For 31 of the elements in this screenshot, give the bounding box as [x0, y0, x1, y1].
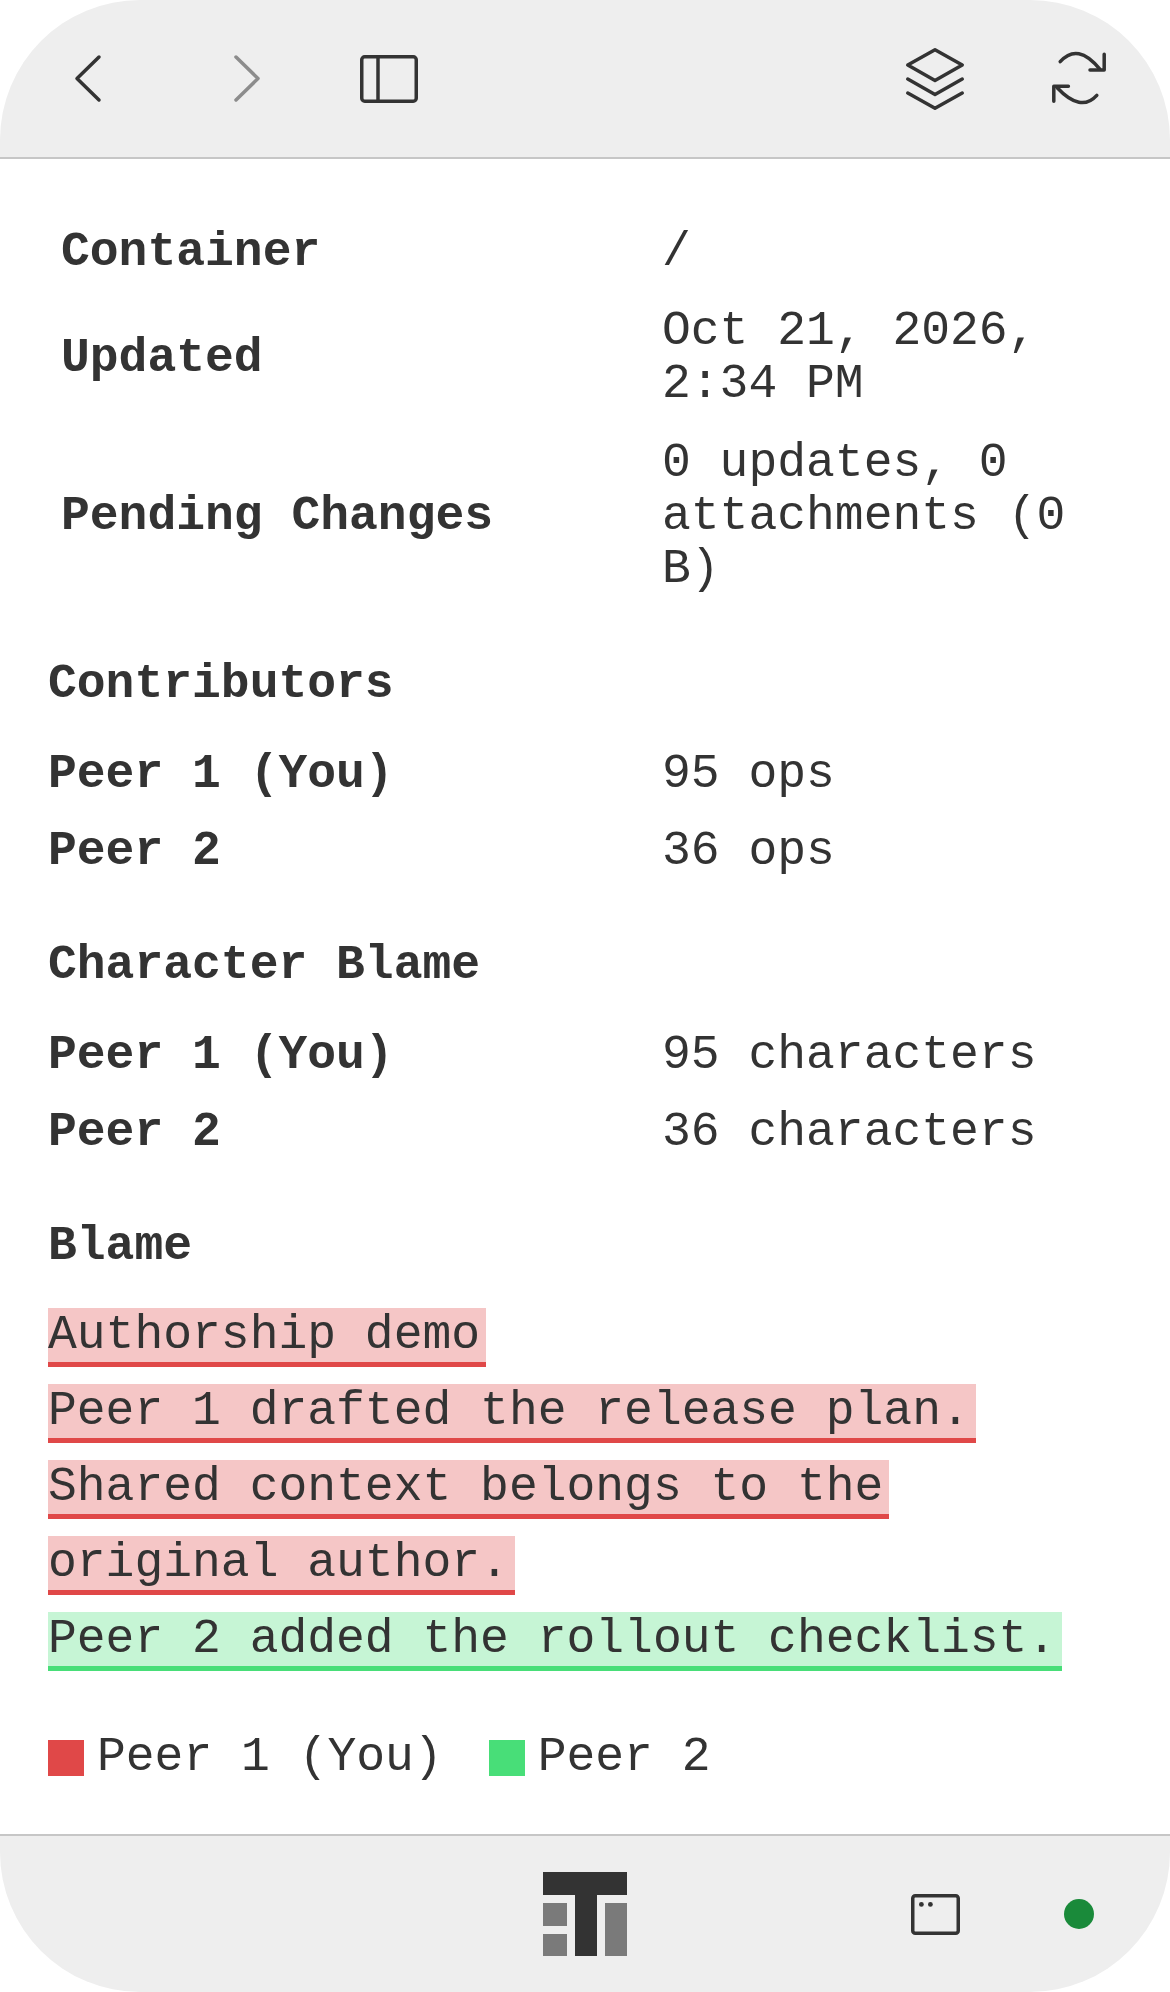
highlighted-text: Peer 1 drafted the release plan.: [48, 1384, 976, 1443]
section-heading: Contributors: [48, 658, 394, 711]
highlighted-text: Peer 2 added the rollout checklist.: [48, 1612, 1063, 1671]
detail-label: Updated: [61, 331, 263, 385]
detail-value: 0 updates, 0 attachments (0 B): [662, 437, 1067, 596]
highlighted-text: Authorship demo: [48, 1308, 487, 1367]
section-heading: Blame: [48, 1220, 193, 1273]
contributor-name: Peer 1 (You): [48, 748, 394, 801]
window-icon: [911, 1893, 960, 1935]
logo-icon: [543, 1872, 627, 1956]
detail-value: Oct 21, 2026, 2:34 PM: [662, 305, 1038, 411]
section-heading: Character Blame: [48, 939, 481, 992]
highlighted-text: Shared context belongs to the: [48, 1460, 890, 1519]
contributor-ops: 36 ops: [662, 825, 835, 878]
contributor-name: Peer 2: [48, 825, 221, 878]
refresh-icon: [1052, 52, 1106, 105]
contributor-name: Peer 2: [48, 1106, 221, 1159]
chevron-right-icon: [234, 55, 260, 102]
contributor-ops: 95 ops: [662, 748, 835, 801]
legend-label: Peer 2: [537, 1731, 711, 1784]
chevron-left-icon: [75, 55, 101, 102]
sidebar-icon: [360, 54, 418, 103]
highlighted-text: original author.: [48, 1536, 515, 1595]
character-count: 36 characters: [662, 1106, 1037, 1159]
detail-label: Container: [61, 226, 321, 279]
legend-label: Peer 1 (You): [97, 1731, 443, 1784]
layers-icon: [906, 47, 964, 110]
detail-label: Pending Changes: [61, 490, 494, 543]
contributor-name: Peer 1 (You): [48, 1029, 394, 1082]
character-count: 95 characters: [662, 1029, 1037, 1082]
detail-value: /: [662, 226, 691, 279]
